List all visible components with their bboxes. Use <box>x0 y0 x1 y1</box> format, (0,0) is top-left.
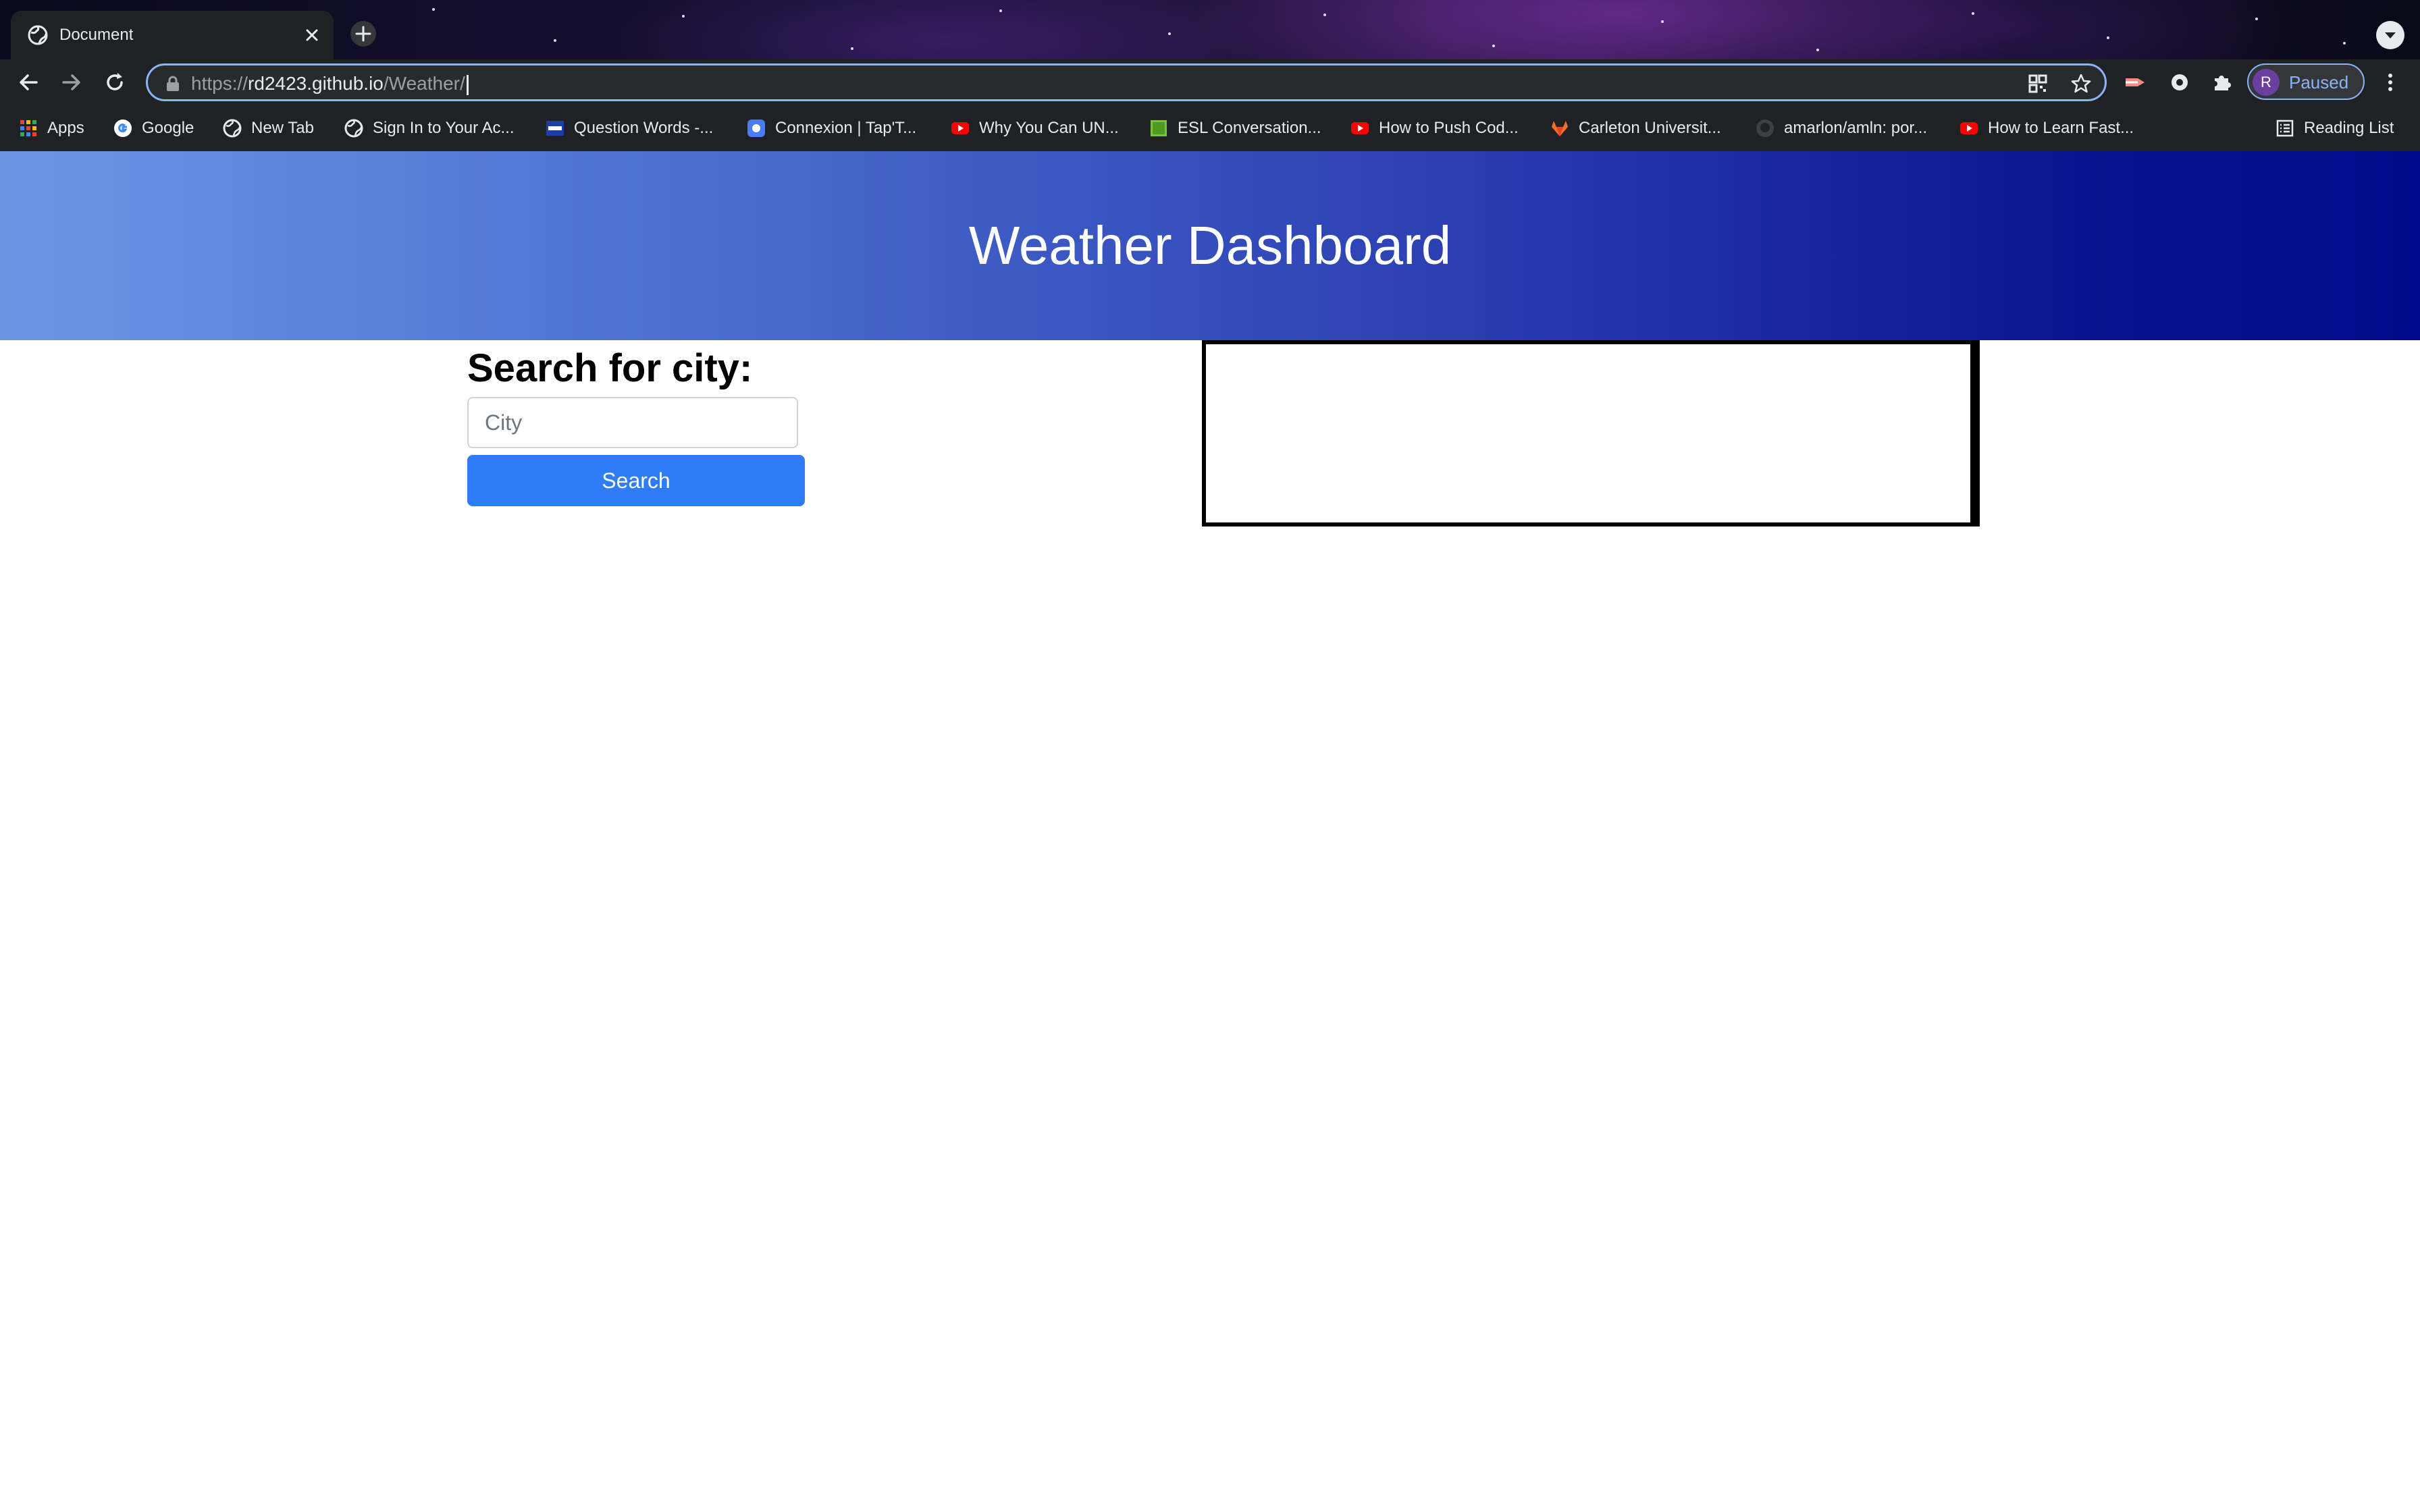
bookmark-apps[interactable]: Apps <box>19 115 84 142</box>
bookmark-carleton[interactable]: Carleton Universit... <box>1550 115 1721 142</box>
tab-document[interactable]: Document <box>11 11 334 59</box>
esl-icon <box>546 121 564 136</box>
globe-icon <box>28 25 48 45</box>
tap-icon <box>747 119 765 137</box>
lock-icon[interactable] <box>165 76 180 92</box>
bookmarks-bar: Apps Google New Tab Sign In to Your Ac..… <box>0 105 2420 151</box>
bookmark-new-tab[interactable]: New Tab <box>223 115 314 142</box>
browser-toolbar: https://rd2423.github.io/Weather/ R Paus… <box>0 59 2420 105</box>
bookmark-amarlon[interactable]: amarlon/amln: por... <box>1756 115 1927 142</box>
bookmark-star-icon[interactable] <box>2070 72 2093 95</box>
current-weather-panel <box>1202 340 1980 526</box>
globe-icon <box>344 119 363 138</box>
avatar: R <box>2253 69 2280 96</box>
address-bar[interactable]: https://rd2423.github.io/Weather/ <box>146 63 2107 101</box>
bookmark-question-words[interactable]: Question Words -... <box>546 115 713 142</box>
reading-list-icon <box>2276 119 2294 137</box>
extensions-puzzle-icon[interactable] <box>2211 70 2235 94</box>
youtube-icon <box>951 122 969 134</box>
city-search-input[interactable] <box>467 397 798 448</box>
tab-search-icon[interactable] <box>2375 20 2405 50</box>
google-icon <box>114 119 132 137</box>
text-cursor <box>466 74 469 95</box>
browser-chrome: Document https://rd2423.github.io/Weathe… <box>0 0 2420 151</box>
extension-circle-icon[interactable] <box>2167 70 2192 94</box>
globe-icon <box>223 119 242 138</box>
github-icon <box>1756 119 1774 137</box>
bookmark-how-to-push[interactable]: How to Push Cod... <box>1350 115 1519 142</box>
tab-strip: Document <box>0 0 2420 59</box>
back-icon[interactable] <box>16 70 41 94</box>
screencastify-extension-icon[interactable] <box>2123 70 2147 94</box>
more-menu-icon[interactable] <box>2378 70 2402 94</box>
profile-status: Paused <box>2289 72 2349 92</box>
url-scheme: https:// <box>191 73 248 94</box>
qr-code-icon[interactable] <box>2026 72 2049 95</box>
page-title: Weather Dashboard <box>968 215 1452 275</box>
bookmark-why-you-can[interactable]: Why You Can UN... <box>951 115 1119 142</box>
url-host: rd2423.github.io <box>248 73 384 94</box>
page-header: Weather Dashboard <box>0 151 2420 340</box>
bookmark-how-to-learn[interactable]: How to Learn Fast... <box>1959 115 2134 142</box>
reading-list-button[interactable]: Reading List <box>2276 115 2394 142</box>
bookmark-esl-conversation[interactable]: ESL Conversation... <box>1149 115 1321 142</box>
tab-title: Document <box>59 26 134 44</box>
green-square-icon <box>1151 120 1167 136</box>
search-button[interactable]: Search <box>467 455 805 506</box>
profile-button[interactable]: R Paused <box>2247 63 2365 100</box>
search-heading: Search for city: <box>467 346 753 390</box>
bookmark-google[interactable]: Google <box>113 115 194 142</box>
gitlab-icon <box>1552 121 1568 136</box>
youtube-icon <box>1351 122 1369 134</box>
url-text[interactable]: https://rd2423.github.io/Weather/ <box>191 72 469 95</box>
url-path: /Weather/ <box>383 73 465 94</box>
new-tab-icon[interactable] <box>350 20 377 47</box>
bookmark-connexion[interactable]: Connexion | Tap'T... <box>747 115 916 142</box>
reload-icon[interactable] <box>103 70 127 94</box>
apps-grid-icon <box>20 120 36 136</box>
youtube-icon <box>1960 122 1978 134</box>
forward-icon[interactable] <box>59 70 84 94</box>
close-icon[interactable] <box>301 24 323 46</box>
bookmark-sign-in[interactable]: Sign In to Your Ac... <box>344 115 514 142</box>
